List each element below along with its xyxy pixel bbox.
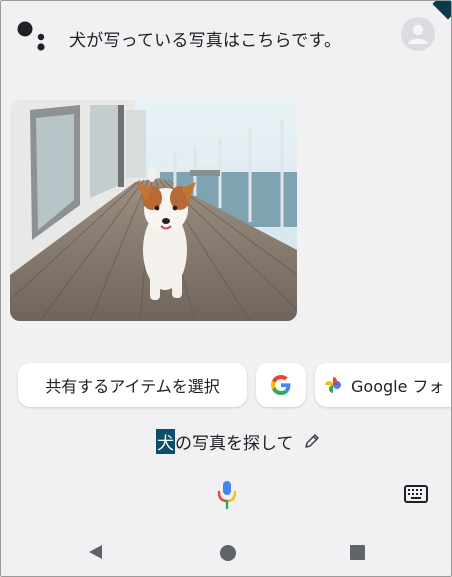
assistant-response-text: 犬が写っている写真はこちらです。 — [69, 31, 342, 51]
query-highlighted-word: 犬 — [156, 428, 175, 454]
dog-photo-image — [10, 100, 297, 321]
back-nav-icon[interactable] — [87, 543, 105, 561]
microphone-icon[interactable] — [215, 480, 239, 510]
window-corner — [432, 1, 451, 20]
google-chip[interactable] — [256, 363, 306, 407]
user-query[interactable]: 犬 の写真を探して — [156, 428, 320, 454]
person-icon — [408, 24, 428, 44]
account-avatar[interactable] — [401, 17, 435, 51]
edit-pencil-icon[interactable] — [304, 433, 320, 449]
dog-photo[interactable] — [10, 100, 297, 321]
share-item-label: 共有するアイテムを選択 — [45, 377, 220, 396]
google-assistant-icon — [17, 21, 45, 51]
query-text: の写真を探して — [175, 433, 294, 454]
recent-apps-icon[interactable] — [350, 545, 365, 560]
google-photos-label: Google フォ — [351, 377, 445, 396]
share-item-chip[interactable]: 共有するアイテムを選択 — [18, 363, 247, 407]
google-photos-icon — [325, 377, 341, 393]
home-nav-icon[interactable] — [220, 545, 236, 561]
keyboard-icon[interactable] — [404, 485, 428, 503]
google-photos-chip[interactable]: Google フォ — [315, 363, 451, 407]
assistant-screen: 犬が写っている写真はこちらです。 共有するアイテムを選択 Google フォ 犬… — [0, 0, 452, 577]
google-g-icon — [271, 375, 291, 395]
